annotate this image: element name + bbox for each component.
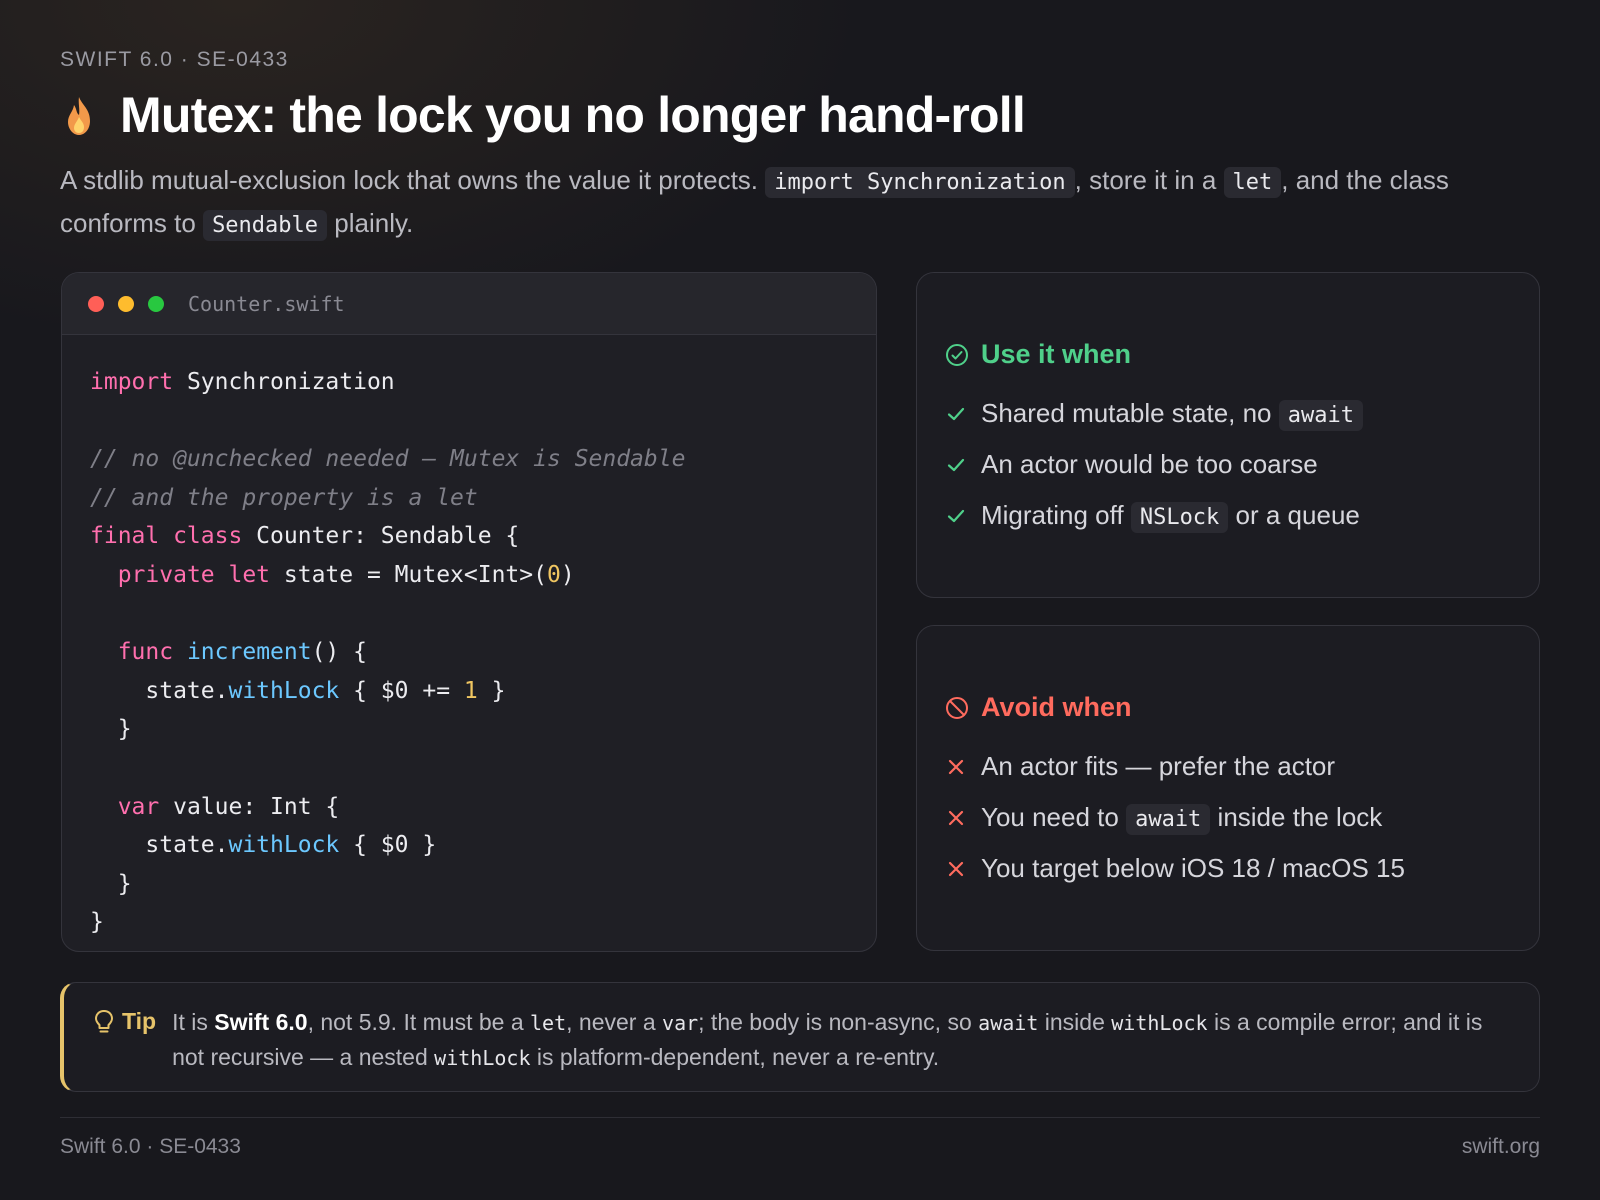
inline-code: let	[530, 1011, 567, 1035]
code-block: import Synchronization // no @unchecked …	[62, 335, 876, 951]
inline-code: withLock	[1111, 1011, 1208, 1035]
cross-icon	[948, 861, 964, 876]
avoid-when-panel: Avoid when An actor fits — prefer the ac…	[916, 625, 1540, 951]
item-text: You target below iOS 18 / macOS 15	[981, 853, 1405, 883]
code-keyword: var	[117, 793, 160, 820]
filename: Counter.swift	[188, 291, 345, 316]
item-text: Shared mutable state, no await	[981, 398, 1363, 431]
inline-code: withLock	[434, 1046, 531, 1070]
list-item: You need to await inside the lock	[945, 792, 1511, 843]
code-text: }	[117, 716, 132, 743]
code-text: }	[117, 870, 132, 897]
tip-text-part: , never a	[566, 1009, 663, 1035]
code-number: 0	[546, 561, 561, 588]
item-text: You need to await inside the lock	[981, 802, 1383, 835]
tip-label-text: Tip	[122, 1008, 157, 1034]
list-item: An actor fits — prefer the actor	[945, 741, 1511, 792]
code-text: }	[90, 909, 104, 936]
item-text: Migrating off NSLock or a queue	[981, 500, 1360, 533]
code-keyword: private let	[117, 561, 271, 588]
list-item: Migrating off NSLock or a queue	[945, 490, 1511, 541]
cross-icon	[948, 810, 964, 825]
lede-paragraph: A stdlib mutual-exclusion lock that owns…	[60, 160, 1550, 246]
tip-emphasis: Swift 6.0	[214, 1009, 308, 1035]
tip-text-part: inside	[1038, 1009, 1112, 1035]
code-window: Counter.swift import Synchronization // …	[61, 272, 877, 952]
code-function: withLock	[228, 677, 340, 704]
lede-text: , store it in a	[1074, 165, 1224, 195]
check-icon	[947, 509, 965, 522]
code-text: }	[477, 677, 506, 704]
item-text-part: Migrating off	[981, 500, 1131, 530]
zoom-dot[interactable]	[148, 295, 164, 312]
list-item: You target below iOS 18 / macOS 15	[945, 843, 1511, 894]
code-number: 1	[463, 677, 478, 704]
minimize-dot[interactable]	[118, 295, 134, 312]
item-text-part: You need to	[981, 802, 1127, 832]
code-window-titlebar: Counter.swift	[62, 273, 876, 335]
lede-text: plainly.	[327, 208, 414, 238]
code-text: state = Mutex<Int>(	[270, 561, 547, 588]
title-row: Mutex: the lock you no longer hand-roll	[60, 86, 1026, 144]
inline-code: var	[662, 1011, 699, 1035]
code-text: () {	[311, 639, 367, 666]
inline-code: await	[1126, 804, 1211, 835]
inline-code: NSLock	[1130, 502, 1229, 533]
item-text-part: Shared mutable state, no	[981, 398, 1279, 428]
check-icon	[947, 407, 965, 420]
inline-code: let	[1223, 167, 1282, 198]
tip-label: Tip	[94, 1005, 156, 1091]
page-title: Mutex: the lock you no longer hand-roll	[120, 87, 1026, 143]
close-dot[interactable]	[88, 295, 104, 312]
use-it-when-panel: Use it when Shared mutable state, no awa…	[916, 272, 1540, 598]
code-text: { $0 +=	[339, 677, 464, 704]
footer-left: Swift 6.0 · SE-0433	[60, 1135, 241, 1158]
tip-text-part: It is	[172, 1009, 215, 1035]
list-item: An actor would be too coarse	[945, 439, 1511, 490]
tip-text-part: is platform-dependent, never a re-entry.	[530, 1044, 940, 1070]
code-text: state.	[145, 677, 229, 704]
avoid-panel-heading: Avoid when	[945, 692, 1511, 723]
code-function: withLock	[228, 832, 340, 859]
avoid-heading-text: Avoid when	[981, 692, 1132, 722]
item-text-part: inside the lock	[1210, 802, 1383, 832]
code-text: { $0 }	[339, 832, 437, 859]
tip-callout: Tip It is Swift 6.0, not 5.9. It must be…	[60, 982, 1540, 1092]
code-keyword: func	[117, 639, 174, 666]
lede-text: A stdlib mutual-exclusion lock that owns…	[60, 165, 766, 195]
inline-code: await	[1278, 400, 1363, 431]
footer-divider	[60, 1117, 1540, 1118]
tip-text-part: , not 5.9. It must be a	[307, 1009, 531, 1035]
check-circle-icon	[946, 343, 968, 366]
list-item: Shared mutable state, no await	[945, 388, 1511, 439]
inline-code: import Synchronization	[765, 167, 1075, 198]
inline-code: await	[978, 1011, 1039, 1035]
use-heading-text: Use it when	[981, 339, 1132, 369]
code-text: Counter: Sendable {	[242, 523, 520, 550]
code-function: increment	[186, 639, 312, 666]
tip-text: It is Swift 6.0, not 5.9. It must be a l…	[172, 1005, 1509, 1091]
use-panel-heading: Use it when	[945, 339, 1511, 370]
code-text: value: Int {	[159, 793, 340, 820]
cross-icon	[948, 759, 964, 774]
flame-icon	[68, 97, 90, 135]
footer-link[interactable]: swift.org	[1462, 1135, 1540, 1159]
prohibited-icon	[946, 696, 968, 719]
item-text-part: or a queue	[1228, 500, 1360, 530]
eyebrow: SWIFT 6.0 · SE-0433	[60, 48, 289, 71]
tip-text-part: ; the body is non-async, so	[698, 1009, 979, 1035]
item-text: An actor fits — prefer the actor	[981, 751, 1336, 781]
code-keyword: final class	[90, 523, 243, 550]
code-text: state.	[145, 832, 229, 859]
lightbulb-icon	[95, 1010, 113, 1033]
item-text: An actor would be too coarse	[981, 449, 1318, 479]
code-text: Synchronization	[173, 369, 395, 395]
code-comment: // and the property is a let	[90, 484, 478, 511]
inline-code: Sendable	[203, 210, 328, 241]
code-keyword: import	[90, 369, 174, 395]
check-icon	[947, 458, 965, 471]
code-comment: // no @unchecked needed — Mutex is Senda…	[90, 446, 686, 473]
code-text: )	[560, 561, 575, 588]
